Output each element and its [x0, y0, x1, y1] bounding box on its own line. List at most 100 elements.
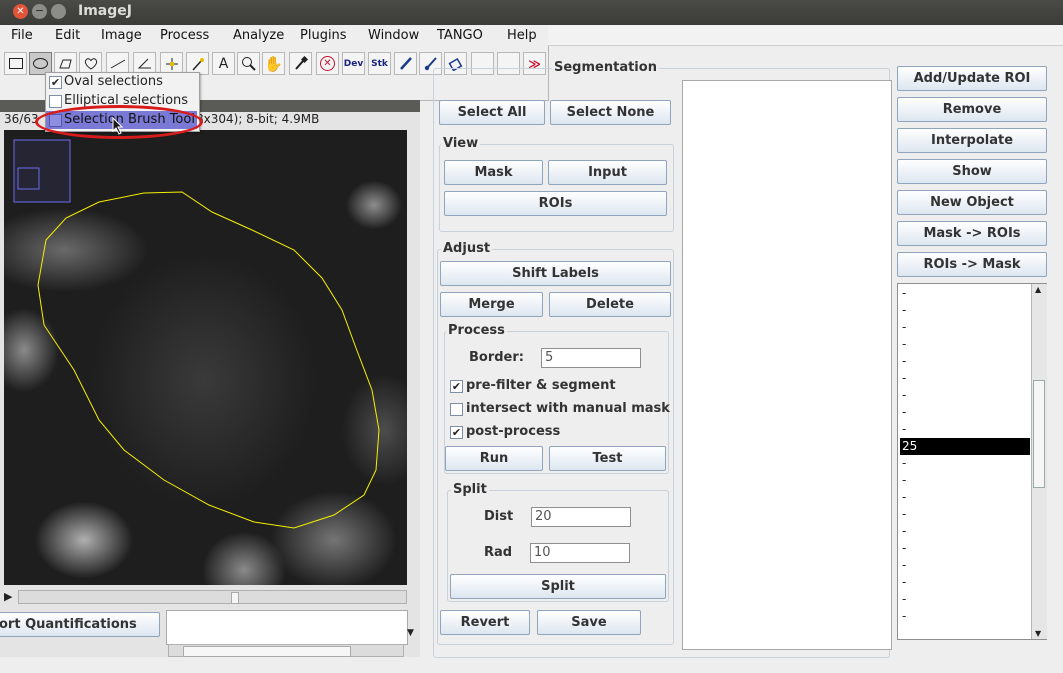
- menu-process[interactable]: Process: [160, 28, 209, 43]
- image-play-button[interactable]: ▶: [4, 590, 12, 603]
- roi-list-item[interactable]: -: [900, 608, 1030, 625]
- revert-button[interactable]: Revert: [440, 610, 530, 635]
- roi-list-scroll-thumb[interactable]: [1033, 380, 1045, 488]
- dist-field[interactable]: 20: [531, 507, 631, 527]
- interpolate-button[interactable]: Interpolate: [897, 128, 1047, 153]
- scroll-down-icon[interactable]: ▼: [1035, 629, 1041, 638]
- roi-list-item[interactable]: -: [900, 370, 1030, 387]
- bottom-vscroll-down-icon[interactable]: ▼: [407, 628, 414, 638]
- image-scrollbar[interactable]: [18, 590, 407, 604]
- split-button[interactable]: Split: [450, 574, 666, 599]
- roi-list-item[interactable]: -: [900, 421, 1030, 438]
- rad-field[interactable]: 10: [530, 543, 630, 563]
- color-picker-icon[interactable]: [289, 52, 312, 75]
- mask-button[interactable]: Mask: [444, 160, 543, 185]
- view-group: [439, 144, 674, 232]
- magnifier-icon[interactable]: [237, 52, 260, 75]
- new-object-button[interactable]: New Object: [897, 190, 1047, 215]
- mouse-cursor-icon: [112, 117, 124, 135]
- roi-list-scrollbar[interactable]: ▲ ▼: [1031, 284, 1047, 639]
- save-button[interactable]: Save: [537, 610, 641, 635]
- roi-list-item[interactable]: -: [900, 302, 1030, 319]
- roi-list-item[interactable]: 25: [900, 438, 1030, 455]
- export-quantifications-button[interactable]: ort Quantifications: [0, 612, 160, 637]
- roi-list-item[interactable]: -: [900, 591, 1030, 608]
- select-all-button[interactable]: Select All: [439, 100, 545, 125]
- stk-label: Stk: [371, 58, 388, 69]
- scroll-up-icon[interactable]: ▲: [1035, 285, 1041, 294]
- roi-list-item[interactable]: -: [900, 455, 1030, 472]
- roi-list-item[interactable]: -: [900, 319, 1030, 336]
- rois-button[interactable]: ROIs: [444, 191, 667, 216]
- mask-to-rois-button[interactable]: Mask -> ROIs: [897, 221, 1047, 246]
- stk-icon[interactable]: Stk: [368, 52, 391, 75]
- roi-list-item[interactable]: -: [900, 540, 1030, 557]
- select-none-button[interactable]: Select None: [550, 100, 671, 125]
- maximize-window-button[interactable]: [51, 4, 66, 19]
- bottom-text-area[interactable]: [166, 610, 408, 645]
- prefilter-label: pre-filter & segment: [466, 378, 616, 393]
- oval-selections-checkbox[interactable]: ✔: [49, 76, 62, 89]
- roi-list-item[interactable]: -: [900, 472, 1030, 489]
- postprocess-label: post-process: [466, 424, 561, 439]
- postprocess-check: ✔: [451, 426, 462, 439]
- view-label: View: [441, 136, 481, 151]
- stop-icon[interactable]: ✕: [316, 52, 339, 75]
- roi-list-item[interactable]: -: [900, 489, 1030, 506]
- prefilter-check: ✔: [451, 380, 462, 393]
- title-bar: [0, 0, 1063, 25]
- postprocess-checkbox[interactable]: ✔: [450, 426, 463, 439]
- oval-selections-check: ✔: [50, 76, 61, 89]
- roi-list-item[interactable]: -: [900, 557, 1030, 574]
- roi-list-item[interactable]: -: [900, 523, 1030, 540]
- shift-labels-button[interactable]: Shift Labels: [440, 261, 671, 286]
- merge-button[interactable]: Merge: [440, 292, 543, 317]
- menu-edit[interactable]: Edit: [55, 28, 80, 43]
- image-info-left: 36/63: [4, 112, 39, 126]
- popup-oval-selections[interactable]: Oval selections: [64, 74, 163, 89]
- bottom-hscroll[interactable]: [168, 644, 404, 657]
- menu-tango[interactable]: TANGO: [437, 28, 483, 43]
- rad-label: Rad: [484, 545, 513, 560]
- add-update-roi-button[interactable]: Add/Update ROI: [897, 66, 1047, 91]
- roi-list-item[interactable]: -: [900, 336, 1030, 353]
- roi-list-item[interactable]: -: [900, 285, 1030, 302]
- menu-help[interactable]: Help: [507, 28, 537, 43]
- menu-image[interactable]: Image: [101, 28, 142, 43]
- dev-label: Dev: [343, 58, 364, 69]
- menu-plugins[interactable]: Plugins: [300, 28, 347, 43]
- menu-window[interactable]: Window: [368, 28, 419, 43]
- image-scrollbar-thumb[interactable]: [231, 592, 239, 604]
- input-button[interactable]: Input: [548, 160, 667, 185]
- show-button[interactable]: Show: [897, 159, 1047, 184]
- roi-list-item[interactable]: -: [900, 574, 1030, 591]
- border-field[interactable]: 5: [541, 348, 641, 368]
- segmentation-blank-list: [682, 80, 892, 650]
- menu-analyze[interactable]: Analyze: [233, 28, 284, 43]
- test-button[interactable]: Test: [549, 446, 666, 471]
- close-window-button[interactable]: ✕: [13, 4, 28, 19]
- split-label: Split: [451, 482, 489, 497]
- bottom-hscroll-thumb[interactable]: [183, 646, 351, 657]
- roi-list-item[interactable]: -: [900, 387, 1030, 404]
- roi-list-item[interactable]: -: [900, 353, 1030, 370]
- hand-icon[interactable]: ✋: [262, 52, 285, 75]
- text-tool-icon[interactable]: A: [212, 52, 235, 75]
- delete-button[interactable]: Delete: [549, 292, 671, 317]
- minimize-window-button[interactable]: −: [32, 4, 47, 19]
- elliptical-selections-checkbox[interactable]: [49, 95, 62, 108]
- menu-file[interactable]: File: [11, 28, 33, 43]
- microscopy-image: [4, 130, 407, 585]
- intersect-checkbox[interactable]: [450, 403, 463, 416]
- pencil-icon[interactable]: [394, 52, 417, 75]
- prefilter-checkbox[interactable]: ✔: [450, 380, 463, 393]
- dev-icon[interactable]: Dev: [342, 52, 365, 75]
- roi-list-item[interactable]: -: [900, 404, 1030, 421]
- right-strip: [548, 25, 1063, 46]
- dist-label: Dist: [484, 509, 514, 524]
- roi-list-item[interactable]: -: [900, 506, 1030, 523]
- rectangle-tool-icon[interactable]: [4, 52, 27, 75]
- rois-to-mask-button[interactable]: ROIs -> Mask: [897, 252, 1047, 277]
- run-button[interactable]: Run: [445, 446, 543, 471]
- remove-button[interactable]: Remove: [897, 97, 1047, 122]
